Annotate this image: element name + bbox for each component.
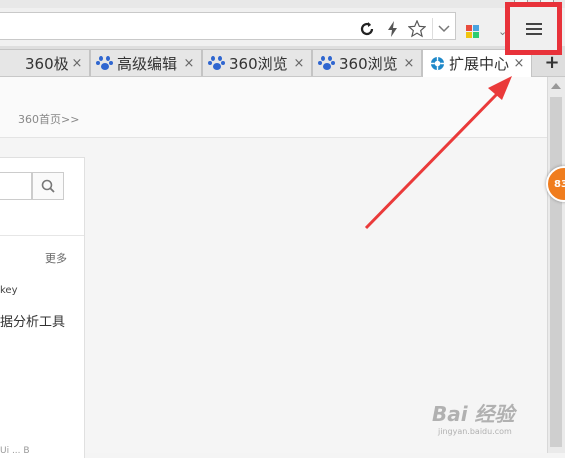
tab-close-icon[interactable]: × (181, 56, 197, 71)
refresh-icon[interactable] (358, 20, 376, 38)
tab-close-icon[interactable]: × (291, 56, 307, 71)
scroll-thumb[interactable] (550, 97, 562, 447)
scroll-up-arrow-icon[interactable] (551, 83, 561, 89)
tab-strip: 360极速 × 高级编辑 × 360浏览 × 360浏览 × 扩展中心 × + (0, 46, 565, 77)
baidu-paw-icon (208, 55, 225, 71)
tab-360-browser-2[interactable]: 360浏览 × (312, 49, 422, 76)
tab-icon-blank (5, 55, 21, 71)
vertical-scrollbar[interactable] (547, 77, 565, 453)
more-link[interactable]: 更多 (45, 250, 67, 266)
tab-label: 360极速 (25, 54, 69, 73)
hamburger-menu-icon[interactable] (505, 2, 562, 55)
tab-close-icon[interactable]: × (511, 56, 527, 71)
chevron-down-icon[interactable] (432, 18, 455, 40)
extension-center-icon (429, 56, 445, 72)
left-panel: 更多 key 据分析工具 Ui ... B (0, 157, 85, 458)
page-header: 360首页>> (0, 77, 547, 138)
tab-label: 360浏览 (229, 54, 288, 73)
tab-close-icon[interactable]: × (401, 56, 417, 71)
watermark-main: Bai 经验 (432, 402, 515, 426)
tab-label: 扩展中心 (449, 55, 510, 73)
toolbar: ⌄ (0, 8, 565, 46)
home-link[interactable]: 360首页>> (18, 111, 79, 127)
list-item-text[interactable]: 据分析工具 (0, 311, 65, 330)
list-item-text: Ui ... B (0, 446, 30, 456)
search-icon (41, 179, 55, 193)
tab-advanced-editor[interactable]: 高级编辑 × (90, 49, 202, 76)
search-button[interactable] (32, 172, 64, 200)
watermark-sub: jingyan.baidu.com (438, 427, 512, 436)
divider (0, 235, 84, 236)
tab-label: 360浏览 (339, 54, 398, 73)
star-icon[interactable] (408, 20, 426, 38)
tab-close-icon[interactable]: × (69, 56, 85, 71)
search-input[interactable] (0, 172, 32, 200)
address-bar[interactable] (0, 12, 456, 40)
baidu-paw-icon (318, 55, 335, 71)
watermark: Bai 经验 jingyan.baidu.com (432, 398, 515, 436)
tab-360-browser-1[interactable]: 360浏览 × (202, 49, 312, 76)
baidu-paw-icon (96, 55, 113, 71)
tab-360-speed[interactable]: 360极速 × (0, 49, 90, 76)
page-content: 360首页>> 更多 key 据分析工具 Ui ... B (0, 77, 547, 458)
apps-grid-icon[interactable] (466, 25, 480, 39)
tab-label: 高级编辑 (117, 54, 178, 73)
list-item-text: key (0, 285, 18, 296)
lightning-icon[interactable] (384, 20, 402, 38)
